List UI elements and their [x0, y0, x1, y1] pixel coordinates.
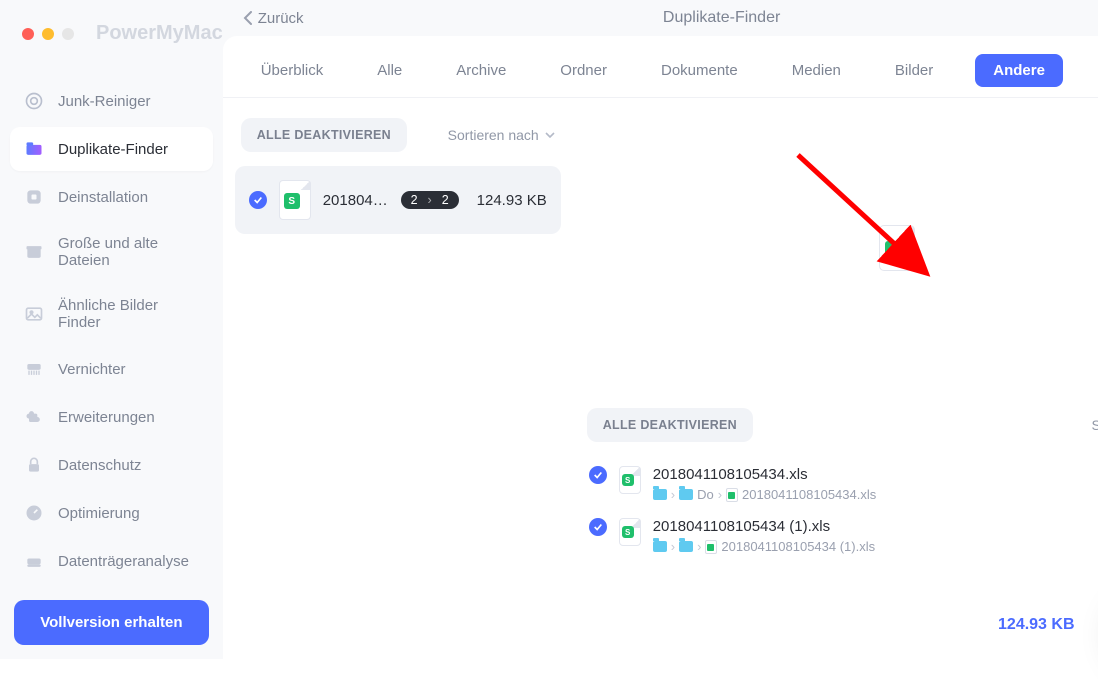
tab-overview[interactable]: Überblick: [249, 54, 336, 87]
folder-icon: [653, 489, 667, 500]
deactivate-all-button[interactable]: ALLE DEAKTIVIEREN: [241, 118, 407, 152]
sidebar-item-vernichter[interactable]: Vernichter: [10, 347, 213, 391]
file-preview: [573, 98, 1098, 398]
folder-icon: [679, 541, 693, 552]
back-label: Zurück: [258, 10, 304, 27]
group-checkbox[interactable]: [249, 191, 267, 209]
group-name: 20180411O...: [323, 192, 389, 209]
sidebar-item-label: Vernichter: [58, 361, 126, 378]
tab-folders[interactable]: Ordner: [548, 54, 619, 87]
lock-icon: [24, 455, 44, 475]
duplicate-group-row[interactable]: 20180411O... 2›2 124.93 KB: [235, 166, 561, 234]
file-path: › › 2018041108105434 (1).xls: [653, 539, 1097, 554]
app-icon: [24, 187, 44, 207]
sort-label: Sortieren nach: [1091, 417, 1098, 433]
sidebar-item-duplikate-finder[interactable]: Duplikate-Finder: [10, 127, 213, 171]
tab-other[interactable]: Andere: [975, 54, 1063, 87]
chevron-left-icon: [243, 11, 252, 25]
sidebar-item-label: Datenträgeranalyse: [58, 553, 189, 570]
window-minimize[interactable]: [42, 28, 54, 40]
file-path: › Do› 2018041108105434.xls: [653, 487, 1097, 502]
folder-icon: [24, 139, 44, 159]
disk-icon: [24, 551, 44, 571]
file-name: 2018041108105434 (1).xls: [653, 518, 1097, 535]
tab-selected[interactable]: Ausgewählt: [1093, 54, 1098, 87]
sidebar-item-optimierung[interactable]: Optimierung: [10, 491, 213, 535]
gauge-icon: [24, 503, 44, 523]
folder-icon: [679, 489, 693, 500]
folder-icon: [653, 541, 667, 552]
window-close[interactable]: [22, 28, 34, 40]
sidebar-item-label: Große und alte Dateien: [58, 235, 199, 269]
puzzle-icon: [24, 407, 44, 427]
sidebar-item-label: Optimierung: [58, 505, 140, 522]
tab-images[interactable]: Bilder: [883, 54, 945, 87]
sidebar-item-grosse-dateien[interactable]: Große und alte Dateien: [10, 223, 213, 281]
sidebar-item-label: Junk-Reiniger: [58, 93, 151, 110]
app-title: PowerMyMac: [96, 22, 223, 45]
sidebar-item-datenschutz[interactable]: Datenschutz: [10, 443, 213, 487]
back-button[interactable]: Zurück: [243, 10, 304, 27]
sidebar-item-label: Deinstallation: [58, 189, 148, 206]
duplicate-file-row[interactable]: 2018041108105434.xls › Do› 2018041108105…: [583, 458, 1098, 510]
target-icon: [24, 91, 44, 111]
box-icon: [24, 242, 44, 262]
sidebar-item-label: Duplikate-Finder: [58, 141, 168, 158]
sort-detail-dropdown[interactable]: Sortieren nach: [1091, 417, 1098, 433]
duplicate-file-row[interactable]: 2018041108105434 (1).xls › › 20180411081…: [583, 510, 1098, 562]
file-name: 2018041108105434.xls: [653, 466, 1097, 483]
shredder-icon: [24, 359, 44, 379]
xls-file-icon: [619, 518, 641, 546]
xls-file-icon: [619, 466, 641, 494]
xls-icon: [726, 488, 738, 502]
sidebar-item-junk-reiniger[interactable]: Junk-Reiniger: [10, 79, 213, 123]
image-icon: [24, 304, 44, 324]
chevron-down-icon: [545, 132, 555, 138]
sort-label: Sortieren nach: [448, 127, 539, 143]
file-checkbox[interactable]: [589, 466, 607, 484]
sidebar-item-deinstallation[interactable]: Deinstallation: [10, 175, 213, 219]
sidebar-item-datentraegeranalyse[interactable]: Datenträgeranalyse: [10, 539, 213, 583]
tab-documents[interactable]: Dokumente: [649, 54, 750, 87]
group-count-badge: 2›2: [401, 191, 459, 209]
full-version-button[interactable]: Vollversion erhalten: [14, 600, 209, 645]
sidebar-item-erweiterungen[interactable]: Erweiterungen: [10, 395, 213, 439]
sidebar-item-label: Ähnliche Bilder Finder: [58, 297, 199, 331]
page-title: Duplikate-Finder: [663, 9, 780, 27]
sidebar-item-bilder-finder[interactable]: Ähnliche Bilder Finder: [10, 285, 213, 343]
deactivate-all-detail-button[interactable]: ALLE DEAKTIVIEREN: [587, 408, 753, 442]
sort-by-dropdown[interactable]: Sortieren nach: [448, 127, 555, 143]
tab-all[interactable]: Alle: [365, 54, 414, 87]
xls-file-icon: [279, 180, 311, 220]
window-maximize[interactable]: [62, 28, 74, 40]
sidebar-item-label: Erweiterungen: [58, 409, 155, 426]
sidebar-item-label: Datenschutz: [58, 457, 141, 474]
file-checkbox[interactable]: [589, 518, 607, 536]
xls-icon: [705, 540, 717, 554]
xls-file-icon: [879, 225, 915, 271]
tab-archives[interactable]: Archive: [444, 54, 518, 87]
group-size: 124.93 KB: [477, 192, 547, 209]
tab-media[interactable]: Medien: [780, 54, 853, 87]
total-size: 124.93 KB: [998, 616, 1075, 634]
